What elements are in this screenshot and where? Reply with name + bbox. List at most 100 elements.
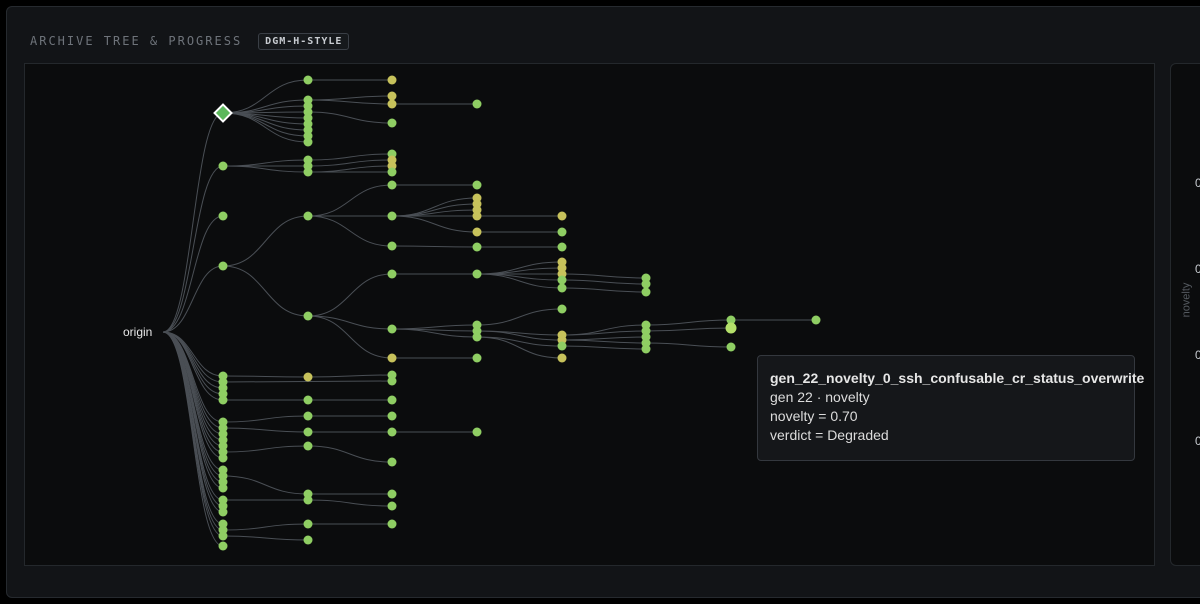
tree-node[interactable]	[303, 137, 313, 147]
tree-node[interactable]	[218, 507, 228, 517]
tree-node[interactable]	[387, 91, 397, 101]
tree-edge	[476, 273, 563, 289]
tree-node[interactable]	[303, 495, 313, 505]
tree-node[interactable]	[641, 279, 651, 289]
tree-node[interactable]	[303, 167, 313, 177]
tree-edge	[645, 327, 732, 332]
tree-nodes[interactable]	[213, 75, 821, 551]
tree-node[interactable]	[218, 261, 228, 271]
tree-edge	[222, 79, 309, 114]
tree-edge	[476, 330, 563, 341]
tree-node[interactable]	[218, 211, 228, 221]
tree-node[interactable]	[557, 341, 567, 351]
tree-node[interactable]	[387, 118, 397, 128]
tree-node[interactable]	[641, 344, 651, 354]
novelty-chart-panel: 0 0 0 0 novelty	[1170, 63, 1200, 566]
tree-node[interactable]	[472, 242, 482, 252]
tree-node[interactable]	[303, 311, 313, 321]
tree-edge	[391, 324, 478, 330]
best-node-diamond[interactable]	[213, 103, 233, 123]
tree-node[interactable]	[557, 242, 567, 252]
tree-node[interactable]	[387, 353, 397, 363]
tree-edge	[307, 95, 393, 101]
tree-node[interactable]	[557, 211, 567, 221]
tree-node[interactable]	[387, 411, 397, 421]
tree-node[interactable]	[472, 99, 482, 109]
tree-node[interactable]	[218, 531, 228, 541]
y-axis-label: novelty	[1180, 282, 1193, 318]
tree-node[interactable]	[387, 519, 397, 529]
tree-edge	[222, 215, 309, 267]
tree-node[interactable]	[218, 453, 228, 463]
tree-node[interactable]	[387, 167, 397, 177]
tree-node[interactable]	[387, 241, 397, 251]
tree-node[interactable]	[387, 376, 397, 386]
tree-node[interactable]	[387, 75, 397, 85]
tree-node[interactable]	[387, 269, 397, 279]
tree-node[interactable]	[387, 395, 397, 405]
tree-node[interactable]	[303, 411, 313, 421]
tree-node[interactable]	[472, 427, 482, 437]
tree-node[interactable]	[811, 315, 821, 325]
tree-node[interactable]	[303, 395, 313, 405]
tree-node[interactable]	[472, 180, 482, 190]
tree-node[interactable]	[557, 353, 567, 363]
tree-node[interactable]	[472, 269, 482, 279]
tree-node[interactable]	[303, 519, 313, 529]
tree-node[interactable]	[726, 342, 736, 352]
tree-edge	[162, 165, 224, 333]
y-tick-label: 0	[1195, 176, 1200, 190]
tree-node[interactable]	[557, 227, 567, 237]
tooltip-novelty: novelty = 0.70	[770, 408, 858, 424]
tree-node[interactable]	[472, 353, 482, 363]
tree-edge	[561, 330, 647, 336]
tree-node[interactable]	[387, 324, 397, 334]
tree-edges	[162, 79, 816, 547]
tree-node[interactable]	[303, 372, 313, 382]
tree-node[interactable]	[218, 395, 228, 405]
tree-node[interactable]	[387, 427, 397, 437]
panel-header: ARCHIVE TREE & PROGRESS DGM-H-STYLE	[30, 31, 350, 51]
tree-edge	[222, 523, 309, 531]
tree-edge	[222, 159, 309, 167]
tree-edge	[645, 319, 732, 326]
tree-node[interactable]	[303, 441, 313, 451]
tree-node[interactable]	[472, 227, 482, 237]
tree-node[interactable]	[218, 161, 228, 171]
tree-node[interactable]	[387, 501, 397, 511]
tree-edge	[222, 112, 309, 137]
tree-node[interactable]	[387, 99, 397, 109]
tree-node[interactable]	[725, 322, 737, 334]
tree-node[interactable]	[557, 283, 567, 293]
tree-node[interactable]	[472, 211, 482, 221]
tree-edge	[222, 375, 309, 378]
tree-edge	[162, 331, 224, 471]
tree-node[interactable]	[303, 535, 313, 545]
tree-node[interactable]	[641, 287, 651, 297]
tree-edge	[222, 475, 309, 495]
root-label: origin	[123, 325, 152, 339]
tree-edge	[307, 165, 393, 173]
tree-node[interactable]	[387, 211, 397, 221]
y-tick-label: 0	[1195, 348, 1200, 362]
tree-edge	[307, 159, 393, 167]
tree-node[interactable]	[303, 75, 313, 85]
tree-node[interactable]	[303, 427, 313, 437]
tree-edge	[391, 245, 478, 248]
tree-node[interactable]	[387, 180, 397, 190]
tree-node[interactable]	[472, 332, 482, 342]
tree-node[interactable]	[557, 304, 567, 314]
archive-tree-view[interactable]: origin	[24, 63, 1155, 566]
archive-tree-graph[interactable]: origin	[25, 64, 1156, 567]
tree-node[interactable]	[557, 275, 567, 285]
tree-node[interactable]	[387, 489, 397, 499]
tree-node[interactable]	[387, 457, 397, 467]
tree-edge	[222, 445, 309, 453]
tree-node[interactable]	[303, 211, 313, 221]
tree-edge	[222, 112, 309, 125]
tree-edge	[561, 287, 647, 293]
y-tick-label: 0	[1195, 262, 1200, 276]
y-tick-label: 0	[1195, 434, 1200, 448]
tree-node[interactable]	[218, 483, 228, 493]
tree-node[interactable]	[218, 541, 228, 551]
